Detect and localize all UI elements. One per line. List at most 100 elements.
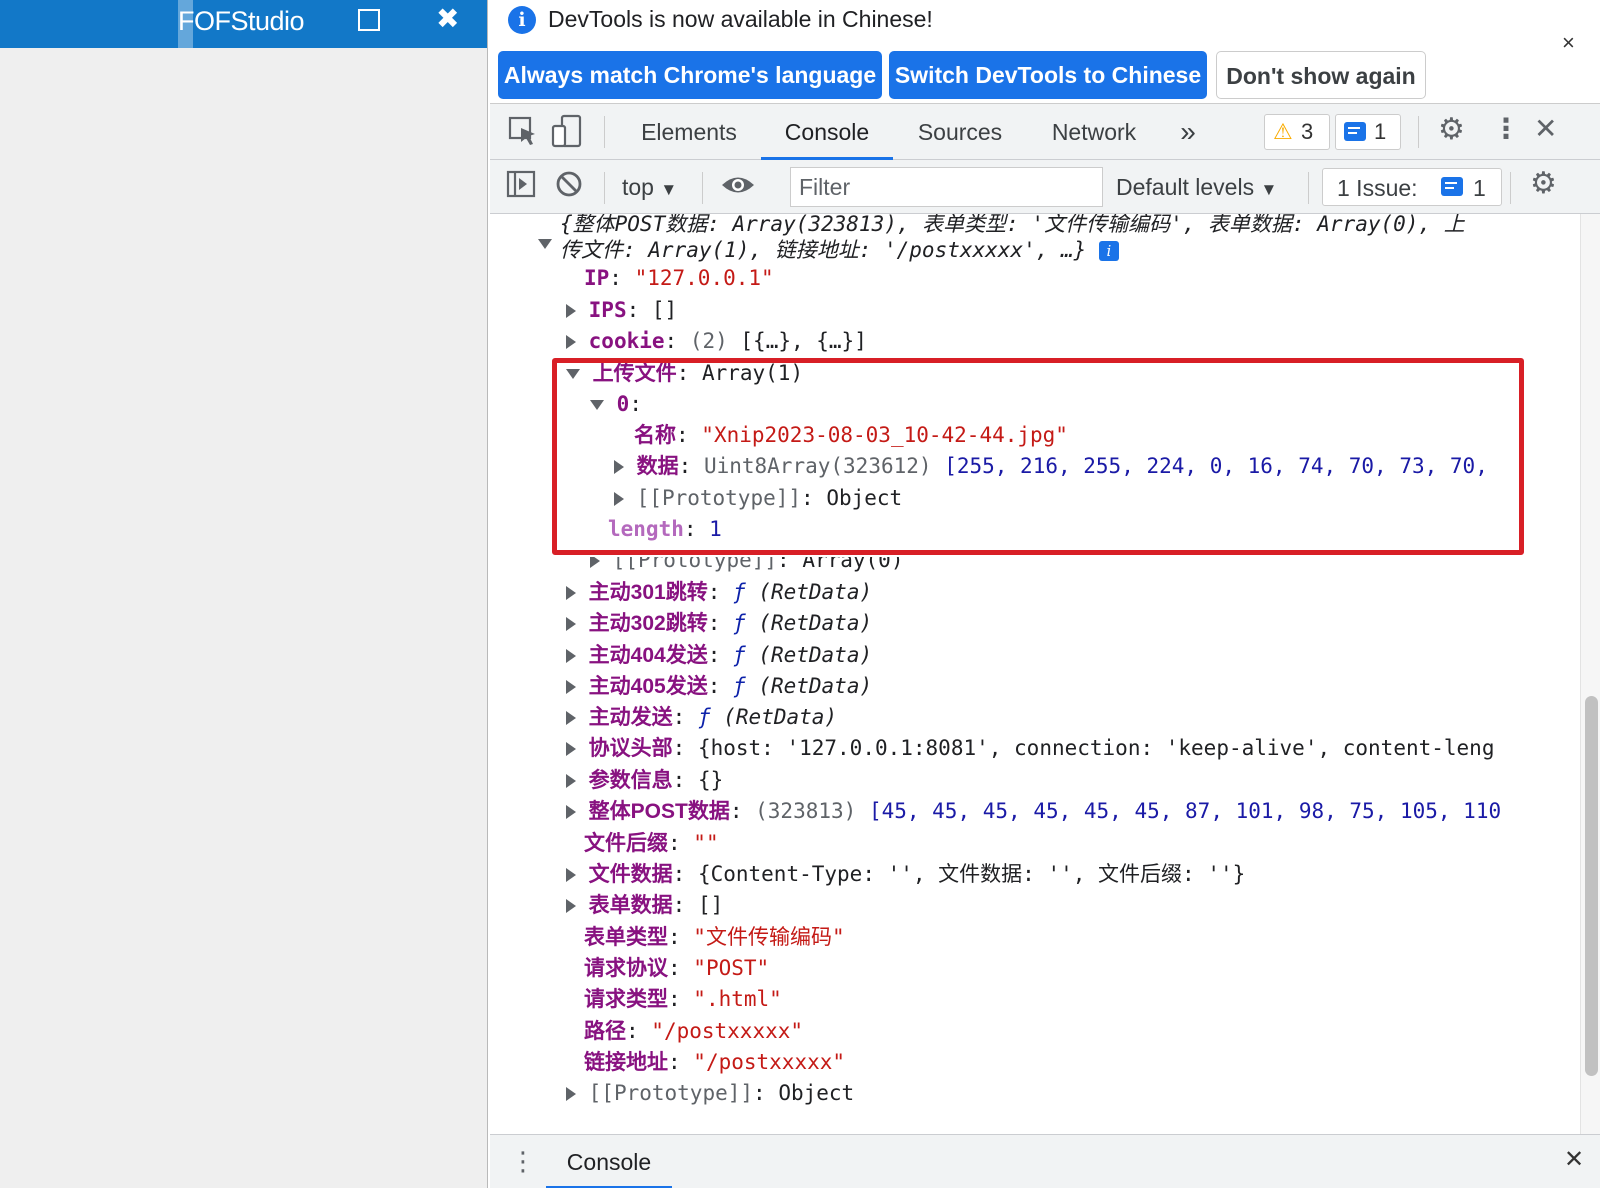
- collapsed-triangle-icon: [566, 899, 576, 913]
- collapsed-triangle-icon: [566, 680, 576, 694]
- expand-toggle[interactable]: [538, 228, 552, 258]
- sidebar-toggle-icon[interactable]: [506, 169, 536, 205]
- prop-key: 路径: [584, 1020, 626, 1043]
- drawer-menu-icon[interactable]: ⋮: [510, 1143, 536, 1179]
- context-value: top: [622, 174, 654, 200]
- prop-method-301[interactable]: 主动301跳转: ƒ (RetData): [566, 577, 872, 607]
- collapsed-triangle-icon: [566, 304, 576, 318]
- prop-value: "127.0.0.1": [634, 266, 774, 290]
- object-summary-line-1: {整体POST数据: Array(323813), 表单类型: '文件传输编码'…: [560, 214, 1465, 236]
- prop-key: 主动301跳转: [588, 581, 708, 604]
- warnings-badge[interactable]: ⚠ 3: [1264, 114, 1330, 150]
- drawer-bar: ⋮ Console ✕: [490, 1134, 1600, 1188]
- prop-key: 请求协议: [584, 957, 668, 980]
- collapsed-triangle-icon: [566, 586, 576, 600]
- console-toolbar: top ▼ Filter Default levels ▼ 1 Issue: 1…: [490, 160, 1600, 214]
- prop-value: {Content-Type: '', 文件数据: '', 文件后缀: ''}: [697, 862, 1246, 886]
- prop-method-405[interactable]: 主动405发送: ƒ (RetData): [566, 671, 872, 701]
- tab-sources[interactable]: Sources: [900, 104, 1020, 160]
- clear-console-icon[interactable]: [554, 169, 584, 205]
- maximize-icon[interactable]: [358, 9, 380, 31]
- prop-form-data[interactable]: 表单数据: []: [566, 890, 723, 920]
- prop-value: "/postxxxxx": [651, 1019, 804, 1043]
- inspect-element-icon[interactable]: [508, 114, 538, 150]
- prop-prototype-object[interactable]: [[Prototype]]: Object: [566, 1078, 854, 1108]
- settings-gear-icon[interactable]: ⚙: [1438, 112, 1465, 148]
- object-summary-line-2: 传文件: Array(1), 链接地址: '/postxxxxx', …} i: [560, 237, 1520, 263]
- prop-method-send[interactable]: 主动发送: ƒ (RetData): [566, 702, 837, 732]
- banner-close-icon[interactable]: ×: [1562, 30, 1575, 56]
- prop-key: 主动405发送: [588, 675, 708, 698]
- prop-key: 链接地址: [584, 1051, 668, 1074]
- prop-cookie[interactable]: cookie: (2) [{…}, {…}]: [566, 326, 867, 356]
- message-icon: [1344, 122, 1366, 141]
- console-output: {整体POST数据: Array(323813), 表单类型: '文件传输编码'…: [490, 214, 1580, 1134]
- prop-key: IPS: [588, 298, 627, 322]
- collapsed-triangle-icon: [566, 711, 576, 725]
- scrollbar-thumb[interactable]: [1585, 696, 1598, 1076]
- prop-value: "": [693, 831, 719, 855]
- vertical-scrollbar[interactable]: [1580, 214, 1600, 1134]
- tab-network[interactable]: Network: [1030, 104, 1158, 160]
- messages-badge[interactable]: 1: [1335, 114, 1401, 150]
- prop-key: 表单类型: [584, 926, 668, 949]
- prop-form-type: 表单类型: "文件传输编码": [584, 925, 845, 949]
- device-toolbar-icon[interactable]: [550, 114, 584, 150]
- prop-request-protocol: 请求协议: "POST": [584, 956, 770, 980]
- prop-key: IP: [584, 266, 610, 290]
- drawer-tab-console[interactable]: Console: [546, 1135, 672, 1188]
- highlight-box: [552, 358, 1524, 555]
- prop-value: []: [697, 893, 724, 917]
- dont-show-again-button[interactable]: Don't show again: [1216, 51, 1426, 99]
- app-content-area: [2, 48, 485, 1188]
- message-icon: [1441, 177, 1463, 196]
- prop-value: (RetData): [758, 580, 873, 604]
- collapsed-triangle-icon: [566, 742, 576, 756]
- switch-to-chinese-button[interactable]: Switch DevTools to Chinese: [889, 51, 1207, 99]
- more-tabs-icon[interactable]: »: [1170, 104, 1206, 160]
- prop-ips[interactable]: IPS: []: [566, 295, 677, 325]
- prop-value: "文件传输编码": [693, 925, 845, 949]
- banner-message: DevTools is now available in Chinese!: [548, 6, 933, 32]
- always-match-language-button[interactable]: Always match Chrome's language: [498, 51, 882, 99]
- prop-headers[interactable]: 协议头部: {host: '127.0.0.1:8081', connectio…: [566, 733, 1494, 763]
- devtools-panel: i DevTools is now available in Chinese! …: [490, 0, 1600, 1188]
- separator: [604, 172, 605, 204]
- issues-button[interactable]: 1 Issue: 1: [1322, 168, 1502, 206]
- prop-value: {host: '127.0.0.1:8081', connection: 'ke…: [697, 736, 1495, 760]
- filter-input[interactable]: Filter: [790, 167, 1103, 207]
- prop-ip: IP: "127.0.0.1": [584, 266, 774, 290]
- levels-label: Default levels: [1116, 174, 1255, 200]
- info-icon: i: [508, 6, 536, 34]
- prop-method-302[interactable]: 主动302跳转: ƒ (RetData): [566, 608, 872, 638]
- close-devtools-icon[interactable]: ✕: [1534, 112, 1557, 148]
- console-settings-gear-icon[interactable]: ⚙: [1530, 166, 1557, 202]
- drawer-close-icon[interactable]: ✕: [1564, 1145, 1584, 1174]
- collapsed-triangle-icon: [566, 805, 576, 819]
- tab-elements[interactable]: Elements: [624, 104, 754, 160]
- prop-key: 文件后缀: [584, 832, 668, 855]
- prop-value: ".html": [693, 987, 782, 1011]
- separator: [604, 116, 605, 148]
- prop-value: "/postxxxxx": [693, 1050, 846, 1074]
- prop-post-data[interactable]: 整体POST数据: (323813) [45, 45, 45, 45, 45, …: [566, 796, 1501, 826]
- prop-value: {}: [697, 768, 724, 792]
- info-badge-icon[interactable]: i: [1098, 241, 1119, 261]
- tab-console[interactable]: Console: [761, 104, 893, 160]
- language-banner: i DevTools is now available in Chinese! …: [490, 0, 1600, 104]
- chevron-down-icon: ▼: [1260, 180, 1278, 199]
- context-selector[interactable]: top ▼: [622, 168, 677, 209]
- prop-key: 主动404发送: [588, 644, 708, 667]
- prop-key: 主动302跳转: [588, 612, 708, 635]
- close-icon[interactable]: ✖: [436, 2, 459, 35]
- prop-method-404[interactable]: 主动404发送: ƒ (RetData): [566, 640, 872, 670]
- more-options-icon[interactable]: ⋮: [1492, 112, 1520, 148]
- prop-file-data[interactable]: 文件数据: {Content-Type: '', 文件数据: '', 文件后缀:…: [566, 859, 1245, 889]
- prop-params[interactable]: 参数信息: {}: [566, 765, 723, 795]
- prop-value: []: [651, 298, 678, 322]
- default-levels-dropdown[interactable]: Default levels ▼: [1116, 168, 1277, 209]
- prop-key: 主动发送: [588, 706, 673, 729]
- live-expression-eye-icon[interactable]: [720, 170, 756, 206]
- collapsed-triangle-icon: [566, 868, 576, 882]
- object-summary[interactable]: {整体POST数据: Array(323813), 表单类型: '文件传输编码'…: [560, 214, 1520, 263]
